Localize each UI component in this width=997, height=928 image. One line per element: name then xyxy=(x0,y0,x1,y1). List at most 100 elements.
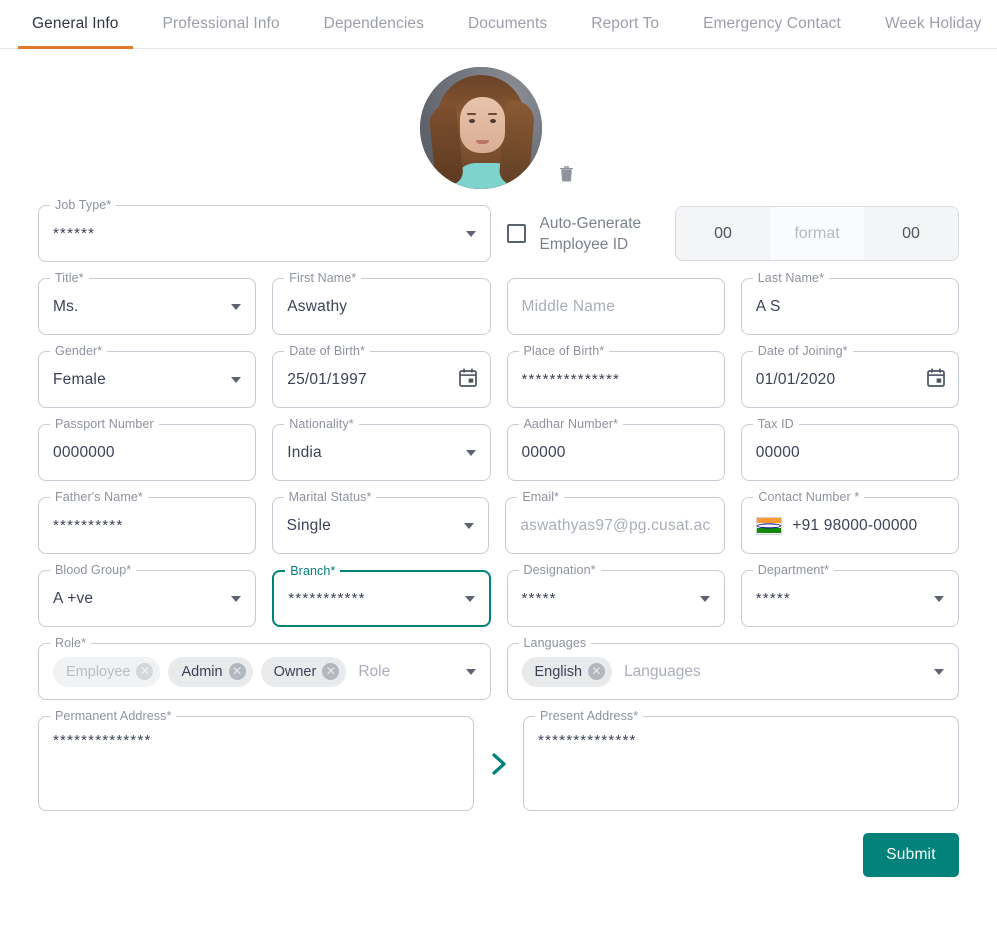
first-name-value: Aswathy xyxy=(287,298,347,316)
form-row-name: Title* Ms. First Name* Aswathy xyxy=(30,262,967,335)
chevron-down-icon[interactable] xyxy=(231,377,241,383)
chevron-down-icon[interactable] xyxy=(700,596,710,602)
employee-id-suffix[interactable]: 00 xyxy=(864,207,958,260)
contact-number-label: Contact Number * xyxy=(753,490,864,504)
chevron-right-icon[interactable] xyxy=(482,750,515,778)
tab-label: Report To xyxy=(591,15,659,33)
last-name-field[interactable]: Last Name* A S xyxy=(741,278,959,335)
branch-field[interactable]: Branch* *********** xyxy=(272,570,490,627)
email-label: Email* xyxy=(517,490,564,504)
aadhar-number-label: Aadhar Number* xyxy=(519,417,624,431)
avatar-brow-left xyxy=(467,113,476,115)
present-address-value: ************** xyxy=(538,732,637,749)
auto-generate-checkbox[interactable] xyxy=(507,224,526,243)
chevron-down-icon[interactable] xyxy=(464,523,474,529)
permanent-address-field[interactable]: Permanent Address* ************** xyxy=(38,716,474,811)
tab-general-info[interactable]: General Info xyxy=(10,0,141,48)
tab-professional-info[interactable]: Professional Info xyxy=(141,0,302,48)
place-of-birth-field[interactable]: Place of Birth* ************** xyxy=(507,351,725,408)
tab-dependencies[interactable]: Dependencies xyxy=(302,0,446,48)
role-chip-owner[interactable]: Owner ✕ xyxy=(261,657,347,687)
language-chip-english[interactable]: English ✕ xyxy=(522,657,613,687)
tab-label: Documents xyxy=(468,15,547,33)
close-icon[interactable]: ✕ xyxy=(229,663,246,680)
permanent-address-value: ************** xyxy=(53,732,152,749)
close-icon[interactable]: ✕ xyxy=(322,663,339,680)
department-field[interactable]: Department* ***** xyxy=(741,570,959,627)
passport-number-field[interactable]: Passport Number 0000000 xyxy=(38,424,256,481)
employee-id-format[interactable]: format xyxy=(770,207,864,260)
designation-field[interactable]: Designation* ***** xyxy=(507,570,725,627)
place-of-birth-label: Place of Birth* xyxy=(519,344,610,358)
auto-generate-label-line2: Employee ID xyxy=(540,234,660,255)
aadhar-number-field[interactable]: Aadhar Number* 00000 xyxy=(507,424,725,481)
chip-label: English xyxy=(535,664,583,680)
chevron-down-icon[interactable] xyxy=(231,596,241,602)
tab-documents[interactable]: Documents xyxy=(446,0,569,48)
tax-id-field[interactable]: Tax ID 00000 xyxy=(741,424,959,481)
contact-number-value: +91 98000-00000 xyxy=(792,517,917,535)
tab-label: Dependencies xyxy=(324,15,424,33)
title-field[interactable]: Title* Ms. xyxy=(38,278,256,335)
place-of-birth-value: ************** xyxy=(522,371,621,388)
gender-field[interactable]: Gender* Female xyxy=(38,351,256,408)
blood-group-field[interactable]: Blood Group* A +ve xyxy=(38,570,256,627)
chevron-down-icon[interactable] xyxy=(934,669,944,675)
tax-id-value: 00000 xyxy=(756,444,800,462)
languages-placeholder: Languages xyxy=(624,663,701,681)
contact-number-field[interactable]: Contact Number * +91 98000-00000 xyxy=(741,497,959,554)
role-chip-employee[interactable]: Employee ✕ xyxy=(53,657,160,687)
marital-status-field[interactable]: Marital Status* Single xyxy=(272,497,490,554)
avatar[interactable] xyxy=(420,67,542,189)
close-icon[interactable]: ✕ xyxy=(136,663,153,680)
submit-button[interactable]: Submit xyxy=(863,833,959,877)
job-type-field[interactable]: Job Type* ****** xyxy=(38,205,491,262)
fathers-name-field[interactable]: Father's Name* ********** xyxy=(38,497,256,554)
role-chip-admin[interactable]: Admin ✕ xyxy=(168,657,252,687)
chevron-down-icon[interactable] xyxy=(466,669,476,675)
trash-icon[interactable] xyxy=(556,161,578,183)
middle-name-field[interactable]: Middle Name xyxy=(507,278,725,335)
nationality-field[interactable]: Nationality* India xyxy=(272,424,490,481)
tab-week-holiday[interactable]: Week Holiday xyxy=(863,0,997,48)
tab-emergency-contact[interactable]: Emergency Contact xyxy=(681,0,863,48)
email-field[interactable]: Email* aswathyas97@pg.cusat.ac.ir xyxy=(505,497,725,554)
tab-bar: General Info Professional Info Dependenc… xyxy=(0,0,997,49)
job-type-value: ****** xyxy=(53,225,95,242)
tab-label: Week Holiday xyxy=(885,15,982,33)
permanent-address-label: Permanent Address* xyxy=(50,709,176,723)
employee-id-prefix[interactable]: 00 xyxy=(676,207,770,260)
chevron-down-icon[interactable] xyxy=(466,450,476,456)
date-of-joining-field[interactable]: Date of Joining* 01/01/2020 xyxy=(741,351,959,408)
date-of-birth-field[interactable]: Date of Birth* 25/01/1997 xyxy=(272,351,490,408)
languages-label: Languages xyxy=(519,636,592,650)
tab-report-to[interactable]: Report To xyxy=(569,0,681,48)
date-of-joining-value: 01/01/2020 xyxy=(756,371,836,389)
close-icon[interactable]: ✕ xyxy=(588,663,605,680)
avatar-brow-right xyxy=(488,113,497,115)
form-row-contact: Father's Name* ********** Marital Status… xyxy=(30,481,967,554)
marital-status-value: Single xyxy=(287,517,331,535)
present-address-field[interactable]: Present Address* ************** xyxy=(523,716,959,811)
role-field[interactable]: Role* Employee ✕ Admin ✕ Owner xyxy=(38,643,491,700)
first-name-field[interactable]: First Name* Aswathy xyxy=(272,278,490,335)
chevron-down-icon[interactable] xyxy=(466,231,476,237)
designation-label: Designation* xyxy=(519,563,601,577)
calendar-icon[interactable] xyxy=(927,368,945,392)
form-row-role-languages: Role* Employee ✕ Admin ✕ Owner xyxy=(30,627,967,700)
tab-label: General Info xyxy=(32,15,119,33)
role-placeholder: Role xyxy=(358,663,390,681)
job-type-label: Job Type* xyxy=(50,198,116,212)
general-info-form: Job Type* ****** Auto-Generate Employee … xyxy=(0,49,997,877)
chevron-down-icon[interactable] xyxy=(465,596,475,602)
first-name-label: First Name* xyxy=(284,271,361,285)
tab-label: Professional Info xyxy=(163,15,280,33)
chevron-down-icon[interactable] xyxy=(231,304,241,310)
chevron-down-icon[interactable] xyxy=(934,596,944,602)
languages-field[interactable]: Languages English ✕ Languages xyxy=(507,643,960,700)
gender-value: Female xyxy=(53,371,106,389)
submit-row: Submit xyxy=(30,811,967,877)
calendar-icon[interactable] xyxy=(459,368,477,392)
passport-number-value: 0000000 xyxy=(53,444,115,462)
role-label: Role* xyxy=(50,636,91,650)
